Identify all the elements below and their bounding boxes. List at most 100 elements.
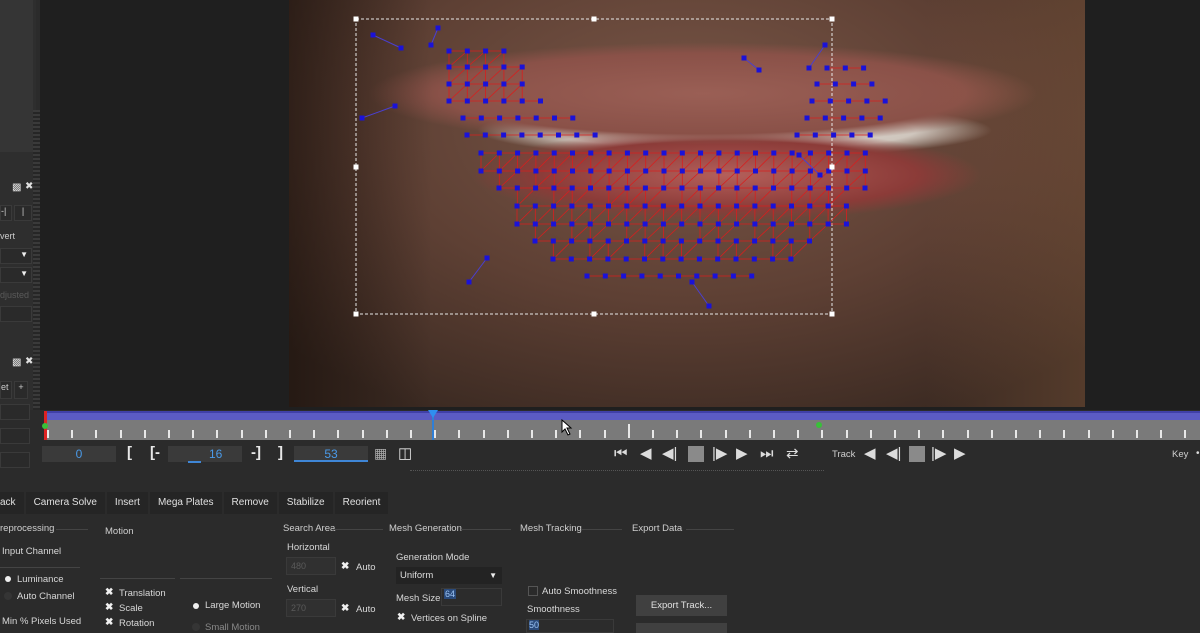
mesh-vertex[interactable]: [679, 203, 685, 209]
mesh-vertex[interactable]: [551, 185, 557, 191]
mesh-vertex[interactable]: [844, 168, 850, 174]
mesh-vertex[interactable]: [712, 273, 718, 279]
spline-handle[interactable]: [398, 45, 404, 51]
mesh-vertex[interactable]: [642, 203, 648, 209]
mesh-vertex[interactable]: [751, 256, 757, 262]
close-icon[interactable]: ✖: [25, 356, 33, 367]
mesh-vertex[interactable]: [483, 48, 489, 54]
mesh-vertex[interactable]: [643, 168, 649, 174]
mesh-vertex[interactable]: [752, 238, 758, 244]
left-option-button-2[interactable]: |: [14, 205, 32, 221]
export-track-button[interactable]: Export Track...: [636, 595, 727, 616]
horizontal-auto-checkbox[interactable]: ✖: [341, 561, 349, 572]
mesh-vertex[interactable]: [533, 115, 539, 121]
mesh-vertex[interactable]: [660, 256, 666, 262]
generation-mode-select[interactable]: Uniform ▼: [396, 567, 502, 584]
mesh-vertex[interactable]: [679, 185, 685, 191]
mesh-vertex[interactable]: [533, 168, 539, 174]
mesh-vertex[interactable]: [859, 115, 865, 121]
spline-handle[interactable]: [392, 103, 398, 109]
mesh-vertex[interactable]: [789, 150, 795, 156]
mesh-vertex[interactable]: [864, 98, 870, 104]
close-icon[interactable]: ✖: [25, 181, 33, 192]
mesh-vertex[interactable]: [807, 203, 813, 209]
bbox-handle[interactable]: [353, 16, 359, 22]
mesh-vertex[interactable]: [822, 115, 828, 121]
mesh-vertex[interactable]: [676, 273, 681, 279]
mesh-vertex[interactable]: [569, 238, 575, 244]
mesh-vertex[interactable]: [844, 185, 850, 191]
mesh-vertex[interactable]: [483, 81, 489, 87]
mesh-vertex[interactable]: [552, 115, 557, 121]
mesh-vertex[interactable]: [624, 150, 630, 156]
end-frame-field[interactable]: 53: [294, 446, 368, 462]
panel-resize-handle[interactable]: [33, 110, 40, 410]
bbox-handle[interactable]: [829, 311, 835, 317]
mesh-vertex[interactable]: [570, 115, 576, 121]
mesh-vertex[interactable]: [789, 221, 794, 227]
mesh-vertex[interactable]: [588, 168, 594, 174]
mesh-vertex[interactable]: [501, 132, 507, 138]
keyframe-marker[interactable]: [816, 422, 822, 428]
mesh-vertex[interactable]: [771, 150, 777, 156]
set-in-point-button[interactable]: [-: [150, 444, 160, 461]
mesh-vertex[interactable]: [715, 238, 721, 244]
spline-handle[interactable]: [706, 303, 712, 309]
timeline-ruler[interactable]: [44, 420, 1200, 440]
mesh-vertex[interactable]: [843, 221, 849, 227]
mesh-vertex[interactable]: [551, 150, 557, 156]
mesh-vertex[interactable]: [624, 168, 630, 174]
tab-insert[interactable]: Insert: [106, 492, 148, 514]
mesh-vertex[interactable]: [587, 238, 593, 244]
track-stop-icon[interactable]: [909, 446, 925, 462]
track-backward-icon[interactable]: ◀: [864, 446, 876, 462]
key-dot-icon[interactable]: •: [1196, 448, 1200, 459]
mesh-vertex[interactable]: [569, 203, 575, 209]
mesh-vertex[interactable]: [749, 273, 755, 279]
play-backward-icon[interactable]: ◀: [640, 446, 652, 462]
mesh-vertex[interactable]: [679, 150, 685, 156]
mesh-vertex[interactable]: [587, 203, 593, 209]
mesh-vertex[interactable]: [770, 238, 776, 244]
mesh-vertex[interactable]: [478, 150, 484, 156]
mesh-vertex[interactable]: [867, 132, 873, 138]
mesh-vertex[interactable]: [446, 48, 452, 54]
spline-handle[interactable]: [796, 152, 802, 158]
mesh-vertex[interactable]: [788, 256, 794, 262]
loop-mode-icon[interactable]: ⇄: [786, 446, 799, 462]
mesh-vertex[interactable]: [752, 221, 758, 227]
mesh-vertex[interactable]: [752, 185, 758, 191]
mesh-vertex[interactable]: [861, 65, 867, 71]
mesh-vertex[interactable]: [606, 150, 612, 156]
add-button[interactable]: +: [14, 381, 28, 399]
mesh-vertex[interactable]: [789, 185, 795, 191]
rotation-checkbox[interactable]: ✖: [105, 617, 113, 628]
vertices-on-spline-checkbox[interactable]: ✖: [397, 612, 405, 623]
mesh-vertex[interactable]: [519, 64, 525, 70]
mesh-vertex[interactable]: [794, 132, 800, 138]
mesh-vertex[interactable]: [788, 238, 794, 244]
spline-handle[interactable]: [484, 255, 490, 261]
mesh-vertex[interactable]: [851, 81, 857, 87]
spline-handle[interactable]: [359, 115, 365, 121]
smoothness-field[interactable]: 50: [526, 619, 614, 633]
mesh-vertex[interactable]: [587, 256, 593, 262]
start-frame-field[interactable]: 0: [42, 446, 116, 462]
mesh-vertex[interactable]: [825, 185, 831, 191]
mesh-vertex[interactable]: [734, 150, 740, 156]
mesh-vertex[interactable]: [551, 168, 557, 174]
bbox-handle[interactable]: [591, 311, 597, 317]
mesh-vertex[interactable]: [602, 273, 608, 279]
mesh-vertex[interactable]: [519, 132, 525, 138]
mesh-vertex[interactable]: [846, 98, 852, 104]
preset-button[interactable]: et: [0, 381, 12, 399]
tab-mega-plates[interactable]: Mega Plates: [149, 492, 222, 514]
mesh-vertex[interactable]: [804, 115, 810, 121]
mesh-vertex[interactable]: [570, 150, 575, 156]
spline-handle[interactable]: [817, 172, 823, 178]
mesh-vertex[interactable]: [515, 150, 521, 156]
mesh-vertex[interactable]: [605, 238, 611, 244]
left-field[interactable]: [0, 306, 32, 322]
set-out-point-button[interactable]: -]: [251, 444, 261, 461]
mesh-vertex[interactable]: [642, 238, 648, 244]
